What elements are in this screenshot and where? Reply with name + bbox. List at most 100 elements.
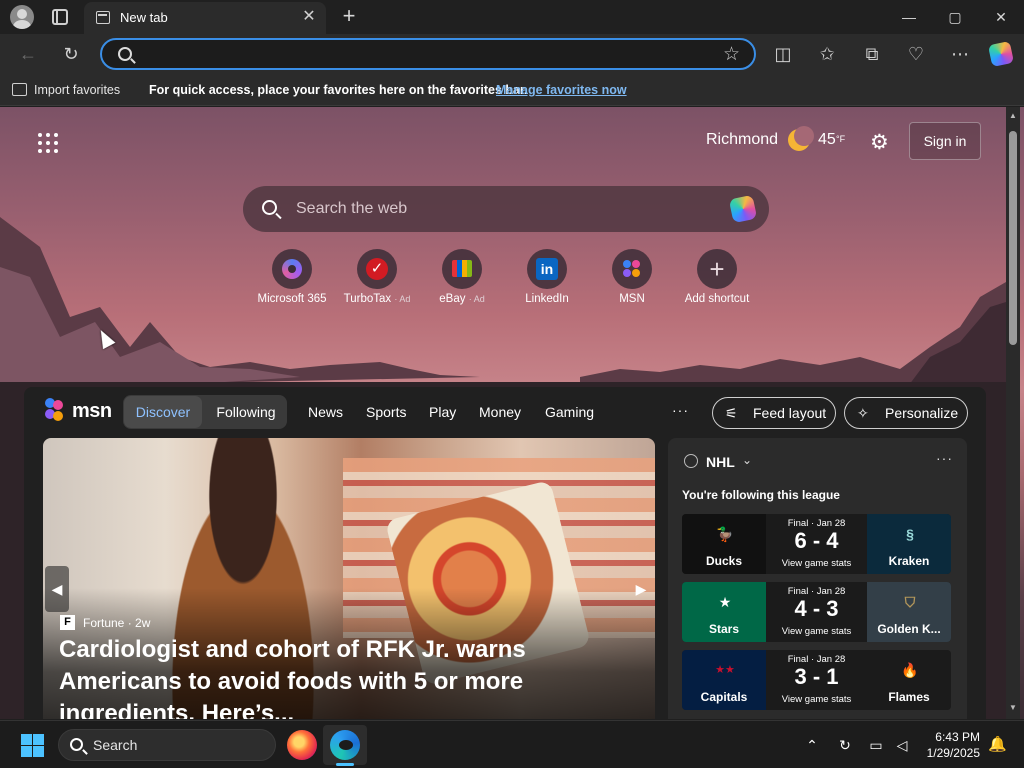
game-score-row[interactable]: ★★ Capitals Final · Jan 28 3 - 1 View ga…	[682, 650, 951, 710]
page-scrollbar[interactable]: ▲ ▼	[1006, 107, 1020, 719]
feed-layout-button[interactable]: ⚟ Feed layout	[712, 397, 836, 429]
carousel-prev-arrow-icon[interactable]: ◀	[45, 566, 69, 612]
tab-actions-icon[interactable]	[52, 9, 68, 25]
taskbar-search-label: Search	[93, 737, 138, 753]
chevron-down-icon[interactable]: ⌄	[742, 453, 752, 467]
home-team-name: Ducks	[705, 554, 743, 568]
kraken-logo-icon: §	[906, 526, 914, 542]
article-age: · 2w	[127, 616, 151, 630]
apps-launcher-icon[interactable]	[38, 133, 58, 153]
page-settings-gear-icon[interactable]: ⚙	[870, 130, 889, 155]
weather-city[interactable]: Richmond	[706, 131, 778, 149]
personalize-label: Personalize	[885, 405, 959, 421]
collections-icon[interactable]: ⧉	[860, 42, 884, 66]
scrollbar-thumb[interactable]	[1009, 131, 1017, 345]
msn-brand[interactable]: msn	[72, 400, 112, 423]
shortcut-label: TurboTax	[343, 293, 392, 305]
tab-discover[interactable]: Discover	[124, 396, 202, 428]
sign-in-button[interactable]: Sign in	[909, 122, 981, 160]
view-game-stats-link[interactable]: View game stats	[766, 694, 867, 705]
nav-play[interactable]: Play	[429, 404, 456, 420]
settings-and-more-icon[interactable]: ⋯	[948, 42, 972, 66]
shortcut-icon-container: ✓	[357, 249, 397, 289]
minimize-button[interactable]: —	[886, 4, 932, 30]
hero-article-card[interactable]: ◀ ▶ F Fortune · 2w Cardiologist and coho…	[43, 438, 655, 719]
volume-muted-icon[interactable]: ◁	[892, 735, 912, 755]
scroll-down-arrow-icon[interactable]: ▼	[1008, 703, 1018, 713]
shortcut-label: MSN	[619, 293, 645, 305]
nav-money[interactable]: Money	[479, 404, 521, 420]
home-team-panel: 🦆 Ducks	[682, 514, 766, 574]
view-game-stats-link[interactable]: View game stats	[766, 558, 867, 569]
maximize-button[interactable]: ▢	[932, 4, 978, 30]
new-tab-favicon-icon	[96, 11, 110, 24]
new-tab-plus-icon[interactable]: +	[338, 4, 360, 28]
article-headline[interactable]: Cardiologist and cohort of RFK Jr. warns…	[59, 634, 639, 719]
shortcut-msn[interactable]: MSN	[587, 249, 677, 305]
tab-close-icon[interactable]: ✕	[300, 8, 318, 26]
game-score-center: Final · Jan 28 3 - 1 View game stats	[766, 650, 867, 710]
firefox-icon[interactable]	[287, 730, 317, 760]
plus-icon: +	[709, 254, 725, 284]
clock-date: 1/29/2025	[926, 746, 980, 760]
refresh-icon[interactable]: ↻	[59, 42, 83, 66]
shortcut-ad-tag: · Ad	[468, 294, 485, 304]
shortcut-microsoft-365[interactable]: Microsoft 365	[247, 249, 337, 305]
copilot-icon[interactable]	[728, 194, 758, 224]
web-search-input[interactable]: Search the web	[296, 200, 407, 218]
scroll-up-arrow-icon[interactable]: ▲	[1008, 111, 1018, 121]
split-screen-icon[interactable]: ◫	[771, 42, 795, 66]
network-icon[interactable]: ▭	[866, 735, 886, 755]
game-score-row[interactable]: 🦆 Ducks Final · Jan 28 6 - 4 View game s…	[682, 514, 951, 574]
back-arrow-icon[interactable]: ←	[16, 42, 40, 66]
msn-icon	[623, 260, 640, 277]
favorites-bar-message: For quick access, place your favorites h…	[149, 83, 528, 97]
copilot-icon[interactable]	[987, 40, 1015, 68]
nav-more-button[interactable]: ···	[672, 402, 689, 418]
carousel-next-arrow-icon[interactable]: ▶	[629, 566, 653, 612]
add-favorite-star-icon[interactable]: ☆	[723, 43, 740, 66]
shortcut-icon-container	[272, 249, 312, 289]
microsoft-365-icon	[282, 259, 302, 279]
tab-following[interactable]: Following	[207, 396, 285, 428]
manage-favorites-link[interactable]: Manage favorites now	[496, 83, 627, 97]
shortcut-label: Add shortcut	[684, 293, 750, 305]
shortcut-add[interactable]: + Add shortcut	[672, 249, 762, 305]
import-folder-icon	[12, 83, 27, 96]
home-team-name: Capitals	[700, 690, 748, 704]
browser-toolbar: ← ↻ ☆ ◫ ✩ ⧉ ♡ ⋯	[0, 34, 1024, 74]
windows-start-icon[interactable]	[21, 734, 44, 757]
edge-icon[interactable]	[330, 730, 360, 760]
msn-feed: msn Discover Following News Sports Play …	[24, 387, 986, 719]
tab-new-tab[interactable]: New tab ✕	[84, 2, 326, 34]
personalize-button[interactable]: ✧ Personalize	[844, 397, 968, 429]
away-team-name: Kraken	[888, 554, 930, 568]
favorites-icon[interactable]: ✩	[815, 42, 839, 66]
fortune-source-icon: F	[60, 615, 75, 630]
view-game-stats-link[interactable]: View game stats	[766, 626, 867, 637]
address-bar[interactable]: ☆	[100, 38, 756, 70]
turbotax-icon: ✓	[366, 258, 388, 280]
web-search-box[interactable]: Search the web	[243, 186, 769, 232]
notification-bell-icon[interactable]: 🔔	[988, 735, 1007, 753]
shortcut-linkedin[interactable]: in LinkedIn	[502, 249, 592, 305]
active-app-indicator	[336, 763, 354, 766]
nav-sports[interactable]: Sports	[366, 404, 406, 420]
shortcut-turbotax[interactable]: ✓ TurboTax · Ad	[332, 249, 422, 305]
show-hidden-icons-chevron-icon[interactable]: ⌃	[802, 735, 822, 755]
close-window-button[interactable]: ✕	[978, 4, 1024, 30]
weather-temperature[interactable]: 45	[818, 131, 836, 149]
league-title[interactable]: NHL	[706, 454, 735, 470]
nav-news[interactable]: News	[308, 404, 343, 420]
game-score-row[interactable]: ★ Stars Final · Jan 28 4 - 3 View game s…	[682, 582, 951, 642]
browser-essentials-icon[interactable]: ♡	[904, 42, 928, 66]
system-clock[interactable]: 6:43 PM 1/29/2025	[916, 729, 980, 761]
import-favorites-button[interactable]: Import favorites	[34, 83, 120, 97]
update-sync-icon[interactable]: ↻	[835, 735, 855, 755]
taskbar-search-box[interactable]: Search	[58, 729, 276, 761]
nav-gaming[interactable]: Gaming	[545, 404, 594, 420]
card-more-options-icon[interactable]: ···	[936, 450, 953, 466]
profile-avatar-icon[interactable]	[10, 5, 34, 29]
shortcut-ebay[interactable]: eBay · Ad	[417, 249, 507, 305]
search-icon	[70, 738, 83, 751]
